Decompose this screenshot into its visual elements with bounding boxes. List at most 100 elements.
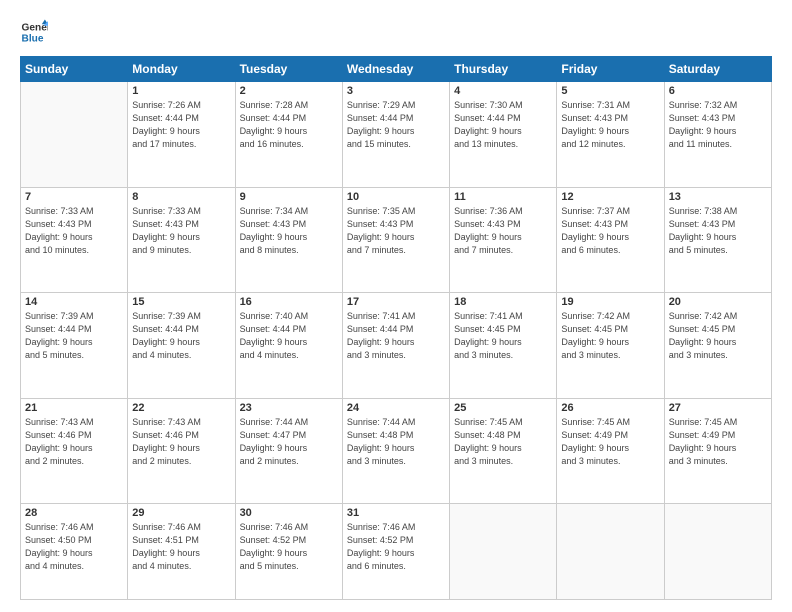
day-info: Sunrise: 7:45 AM Sunset: 4:49 PM Dayligh… [561,416,659,468]
day-info: Sunrise: 7:38 AM Sunset: 4:43 PM Dayligh… [669,205,767,257]
day-info: Sunrise: 7:31 AM Sunset: 4:43 PM Dayligh… [561,99,659,151]
day-info: Sunrise: 7:35 AM Sunset: 4:43 PM Dayligh… [347,205,445,257]
calendar-cell [450,504,557,600]
day-info: Sunrise: 7:28 AM Sunset: 4:44 PM Dayligh… [240,99,338,151]
calendar-cell: 9 Sunrise: 7:34 AM Sunset: 4:43 PM Daylig… [235,187,342,293]
day-number: 15 [132,296,230,308]
day-info: Sunrise: 7:46 AM Sunset: 4:50 PM Dayligh… [25,521,123,573]
day-info: Sunrise: 7:43 AM Sunset: 4:46 PM Dayligh… [25,416,123,468]
calendar-cell: 5 Sunrise: 7:31 AM Sunset: 4:43 PM Daylig… [557,82,664,188]
header: General Blue [20,18,772,46]
day-info: Sunrise: 7:41 AM Sunset: 4:45 PM Dayligh… [454,310,552,362]
weekday-sunday: Sunday [21,57,128,82]
day-number: 29 [132,507,230,519]
day-number: 11 [454,191,552,203]
calendar-cell: 19 Sunrise: 7:42 AM Sunset: 4:45 PM Dayli… [557,293,664,399]
day-info: Sunrise: 7:41 AM Sunset: 4:44 PM Dayligh… [347,310,445,362]
weekday-friday: Friday [557,57,664,82]
day-number: 24 [347,402,445,414]
calendar-cell: 27 Sunrise: 7:45 AM Sunset: 4:49 PM Dayli… [664,398,771,504]
calendar-week-2: 7 Sunrise: 7:33 AM Sunset: 4:43 PM Daylig… [21,187,772,293]
day-info: Sunrise: 7:46 AM Sunset: 4:52 PM Dayligh… [347,521,445,573]
day-number: 25 [454,402,552,414]
calendar-cell: 20Sunrise: 7:42 AM Sunset: 4:45 PM Dayli… [664,293,771,399]
calendar-cell: 26 Sunrise: 7:45 AM Sunset: 4:49 PM Dayli… [557,398,664,504]
calendar-cell: 16Sunrise: 7:40 AM Sunset: 4:44 PM Dayli… [235,293,342,399]
calendar-cell: 13 Sunrise: 7:38 AM Sunset: 4:43 PM Dayli… [664,187,771,293]
day-number: 2 [240,85,338,97]
calendar-cell: 8Sunrise: 7:33 AM Sunset: 4:43 PM Daylig… [128,187,235,293]
calendar-cell: 18 Sunrise: 7:41 AM Sunset: 4:45 PM Dayli… [450,293,557,399]
day-number: 9 [240,191,338,203]
calendar-cell: 10Sunrise: 7:35 AM Sunset: 4:43 PM Dayli… [342,187,449,293]
day-number: 20 [669,296,767,308]
day-info: Sunrise: 7:39 AM Sunset: 4:44 PM Dayligh… [132,310,230,362]
svg-text:Blue: Blue [22,33,44,44]
day-info: Sunrise: 7:33 AM Sunset: 4:43 PM Dayligh… [25,205,123,257]
weekday-tuesday: Tuesday [235,57,342,82]
calendar-cell: 3 Sunrise: 7:29 AM Sunset: 4:44 PM Daylig… [342,82,449,188]
day-info: Sunrise: 7:44 AM Sunset: 4:47 PM Dayligh… [240,416,338,468]
day-info: Sunrise: 7:42 AM Sunset: 4:45 PM Dayligh… [561,310,659,362]
day-info: Sunrise: 7:45 AM Sunset: 4:49 PM Dayligh… [669,416,767,468]
calendar-cell: 6 Sunrise: 7:32 AM Sunset: 4:43 PM Daylig… [664,82,771,188]
weekday-saturday: Saturday [664,57,771,82]
weekday-wednesday: Wednesday [342,57,449,82]
day-number: 23 [240,402,338,414]
day-info: Sunrise: 7:36 AM Sunset: 4:43 PM Dayligh… [454,205,552,257]
weekday-thursday: Thursday [450,57,557,82]
calendar-cell: 17 Sunrise: 7:41 AM Sunset: 4:44 PM Dayli… [342,293,449,399]
calendar-cell: 2 Sunrise: 7:28 AM Sunset: 4:44 PM Daylig… [235,82,342,188]
day-info: Sunrise: 7:26 AM Sunset: 4:44 PM Dayligh… [132,99,230,151]
day-info: Sunrise: 7:33 AM Sunset: 4:43 PM Dayligh… [132,205,230,257]
calendar-cell: 7 Sunrise: 7:33 AM Sunset: 4:43 PM Daylig… [21,187,128,293]
calendar-cell: 1 Sunrise: 7:26 AM Sunset: 4:44 PM Daylig… [128,82,235,188]
day-info: Sunrise: 7:45 AM Sunset: 4:48 PM Dayligh… [454,416,552,468]
day-number: 16 [240,296,338,308]
calendar-cell: 25 Sunrise: 7:45 AM Sunset: 4:48 PM Dayli… [450,398,557,504]
day-number: 31 [347,507,445,519]
day-number: 4 [454,85,552,97]
calendar-week-1: 1 Sunrise: 7:26 AM Sunset: 4:44 PM Daylig… [21,82,772,188]
calendar-week-3: 14 Sunrise: 7:39 AM Sunset: 4:44 PM Dayli… [21,293,772,399]
calendar-cell: 23 Sunrise: 7:44 AM Sunset: 4:47 PM Dayli… [235,398,342,504]
day-number: 28 [25,507,123,519]
day-info: Sunrise: 7:43 AM Sunset: 4:46 PM Dayligh… [132,416,230,468]
day-number: 19 [561,296,659,308]
day-number: 21 [25,402,123,414]
calendar-cell [21,82,128,188]
day-number: 12 [561,191,659,203]
calendar-cell: 24Sunrise: 7:44 AM Sunset: 4:48 PM Dayli… [342,398,449,504]
calendar-week-5: 28 Sunrise: 7:46 AM Sunset: 4:50 PM Dayli… [21,504,772,600]
calendar-cell: 14Sunrise: 7:39 AM Sunset: 4:44 PM Dayli… [21,293,128,399]
page: General Blue SundayMondayTuesdayWednesda… [0,0,792,612]
day-info: Sunrise: 7:34 AM Sunset: 4:43 PM Dayligh… [240,205,338,257]
day-number: 5 [561,85,659,97]
weekday-header-row: SundayMondayTuesdayWednesdayThursdayFrid… [21,57,772,82]
day-number: 13 [669,191,767,203]
day-info: Sunrise: 7:46 AM Sunset: 4:52 PM Dayligh… [240,521,338,573]
calendar-cell: 21 Sunrise: 7:43 AM Sunset: 4:46 PM Dayli… [21,398,128,504]
calendar-cell: 4Sunrise: 7:30 AM Sunset: 4:44 PM Daylig… [450,82,557,188]
day-number: 26 [561,402,659,414]
day-info: Sunrise: 7:32 AM Sunset: 4:43 PM Dayligh… [669,99,767,151]
day-info: Sunrise: 7:46 AM Sunset: 4:51 PM Dayligh… [132,521,230,573]
calendar-cell [557,504,664,600]
day-number: 27 [669,402,767,414]
logo-icon: General Blue [20,18,48,46]
day-number: 14 [25,296,123,308]
day-number: 6 [669,85,767,97]
calendar-cell: 31 Sunrise: 7:46 AM Sunset: 4:52 PM Dayli… [342,504,449,600]
calendar-cell: 28 Sunrise: 7:46 AM Sunset: 4:50 PM Dayli… [21,504,128,600]
calendar-cell: 22 Sunrise: 7:43 AM Sunset: 4:46 PM Dayli… [128,398,235,504]
day-number: 17 [347,296,445,308]
day-number: 22 [132,402,230,414]
calendar-cell: 12Sunrise: 7:37 AM Sunset: 4:43 PM Dayli… [557,187,664,293]
day-number: 3 [347,85,445,97]
calendar-cell: 11 Sunrise: 7:36 AM Sunset: 4:43 PM Dayli… [450,187,557,293]
day-number: 1 [132,85,230,97]
logo: General Blue [20,18,48,46]
day-info: Sunrise: 7:29 AM Sunset: 4:44 PM Dayligh… [347,99,445,151]
day-number: 18 [454,296,552,308]
day-number: 7 [25,191,123,203]
